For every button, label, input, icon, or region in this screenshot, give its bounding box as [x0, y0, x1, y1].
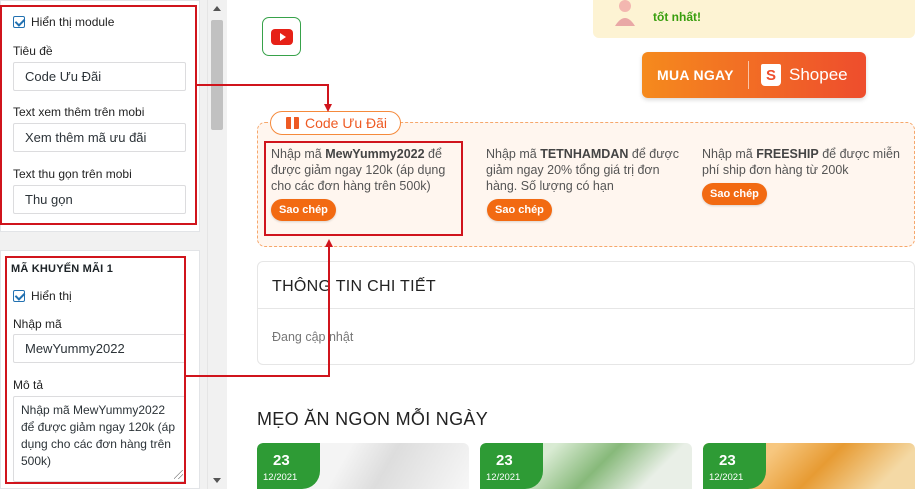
arrow-promo-to-coupon: [186, 239, 333, 377]
annotation-arrows: [186, 84, 333, 377]
arrow-settings-to-tag: [197, 84, 332, 112]
